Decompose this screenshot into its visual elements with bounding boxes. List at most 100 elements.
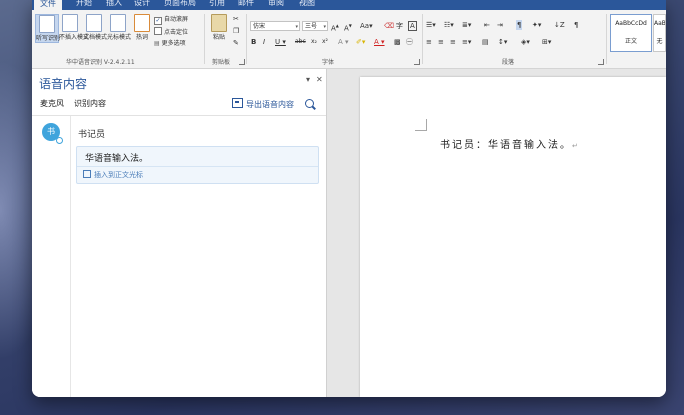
format-painter-icon[interactable]: ✎ <box>233 38 239 48</box>
search-icon[interactable] <box>305 99 314 108</box>
group-divider <box>246 14 247 64</box>
recognize-content-tab[interactable]: 识别内容 <box>74 98 106 109</box>
pane-title: 语音内容 <box>39 77 88 91</box>
hotword-button[interactable]: 热词 <box>131 14 153 41</box>
chinese-layout-icon[interactable]: ¶ <box>516 20 523 30</box>
dictation-button[interactable]: 听写识别 <box>35 14 60 43</box>
close-icon[interactable]: ✕ <box>316 75 323 84</box>
insert-icon <box>83 170 91 178</box>
auto-scroll-checkbox[interactable]: ✓ 自动滚屏 <box>154 15 188 25</box>
hotword-icon <box>134 14 150 32</box>
clipboard-icon <box>211 14 227 32</box>
group-divider <box>606 14 607 64</box>
font-launcher-icon[interactable] <box>414 59 420 65</box>
superscript-button[interactable]: x² <box>322 37 328 47</box>
multilevel-list-icon[interactable]: ≣▾ <box>462 20 471 30</box>
subscript-button[interactable]: x₂ <box>311 37 317 47</box>
tab-file[interactable]: 文件 <box>34 0 62 10</box>
numbering-icon[interactable]: ☷▾ <box>444 20 454 30</box>
voice-content-pane: 语音内容 ▾ ✕ 麦克风 识别内容 导出语音内容 书 书记员 华语音输入法。 插… <box>32 69 327 397</box>
justify-icon[interactable]: ≡▾ <box>462 37 471 47</box>
line-spacing-icon[interactable]: ↕▾ <box>498 37 507 47</box>
checkbox-icon <box>154 27 162 35</box>
borders-icon[interactable]: ⊞▾ <box>542 37 551 47</box>
char-border-icon[interactable]: A <box>408 21 417 31</box>
style-no-spacing[interactable]: AaB 无 <box>653 14 666 52</box>
italic-button[interactable]: I <box>263 37 265 47</box>
document-text[interactable]: 书记员：华语音输入法。↵ <box>440 136 578 151</box>
ribbon: 听写识别 不插入模式 文档模式 光标模式 热词 ✓ 自动滚屏 点击定位 ▤ 更多选项… <box>32 10 666 69</box>
style-normal[interactable]: AaBbCcDd 正文 <box>610 14 652 52</box>
chevron-down-icon: ▾ <box>323 24 326 30</box>
document-icon <box>86 14 102 32</box>
more-options-button[interactable]: ▤ 更多选项 <box>154 39 186 48</box>
underline-button[interactable]: U ▾ <box>275 37 286 47</box>
insert-to-document-link[interactable]: 插入到正文光标 <box>83 170 143 180</box>
clipboard-group-label: 剪贴板 <box>212 59 231 66</box>
copy-icon[interactable]: ❐ <box>233 26 239 36</box>
export-icon <box>232 98 243 108</box>
group-divider <box>422 14 423 64</box>
change-case-icon[interactable]: Aa▾ <box>360 21 373 31</box>
paragraph-mark-icon: ↵ <box>572 142 578 150</box>
paragraph-group-label: 段落 <box>502 59 515 66</box>
enclose-char-icon[interactable]: ㊀ <box>406 37 413 47</box>
font-group-label: 字体 <box>322 59 335 66</box>
font-color-icon[interactable]: A ▾ <box>374 37 385 47</box>
tab-mailings[interactable]: 邮件 <box>238 0 254 8</box>
tab-layout[interactable]: 页面布局 <box>164 0 196 8</box>
tab-design[interactable]: 设计 <box>134 0 150 8</box>
shrink-font-icon[interactable]: A▼ <box>344 21 352 33</box>
no-insert-mode-button[interactable]: 不插入模式 <box>59 14 89 41</box>
click-locate-checkbox[interactable]: 点击定位 <box>154 27 188 36</box>
tab-references[interactable]: 引用 <box>209 0 225 8</box>
export-voice-button[interactable]: 导出语音内容 <box>232 98 294 110</box>
shading-icon[interactable]: ◈▾ <box>521 37 530 47</box>
asian-layout-icon[interactable]: ✦▾ <box>532 20 541 30</box>
char-shading-icon[interactable]: ▩ <box>394 37 401 47</box>
distribute-icon[interactable]: ▤ <box>482 37 489 47</box>
increase-indent-icon[interactable]: ⇥ <box>497 20 503 30</box>
cut-icon[interactable]: ✂ <box>233 14 239 24</box>
clipboard-launcher-icon[interactable] <box>239 59 245 65</box>
cursor-icon <box>110 14 126 32</box>
grow-font-icon[interactable]: A▲ <box>331 21 339 33</box>
tab-view[interactable]: 视图 <box>299 0 315 8</box>
ribbon-tabs: 文件 开始 插入 设计 页面布局 引用 邮件 审阅 视图 <box>32 0 666 10</box>
align-left-icon[interactable]: ≡ <box>426 37 432 47</box>
cursor-mode-button[interactable]: 光标模式 <box>107 14 131 41</box>
options-icon: ▤ <box>154 40 160 47</box>
speaker-column: 书 <box>32 116 71 397</box>
word-window: 文件 开始 插入 设计 页面布局 引用 邮件 审阅 视图 听写识别 不插入模式 … <box>32 0 666 397</box>
bullets-icon[interactable]: ☰▾ <box>426 20 436 30</box>
font-size-dropdown[interactable]: 三号 ▾ <box>302 21 328 31</box>
clear-format-icon[interactable]: ⌫ <box>384 21 394 31</box>
document-page[interactable]: 书记员：华语音输入法。↵ <box>360 77 666 397</box>
divider <box>77 166 318 167</box>
tab-insert[interactable]: 插入 <box>106 0 122 8</box>
decrease-indent-icon[interactable]: ⇤ <box>484 20 490 30</box>
tab-review[interactable]: 审阅 <box>268 0 284 8</box>
document-mode-button[interactable]: 文档模式 <box>83 14 107 41</box>
text-effects-icon[interactable]: A ▾ <box>338 37 349 47</box>
bold-button[interactable]: B <box>251 37 256 47</box>
paste-button[interactable]: 粘贴 <box>208 14 230 41</box>
align-right-icon[interactable]: ≡ <box>450 37 456 47</box>
phonetic-guide-icon[interactable]: 字 <box>396 21 403 31</box>
document-area: 书记员：华语音输入法。↵ <box>327 69 666 397</box>
pane-options-icon[interactable]: ▾ <box>306 75 310 84</box>
checkbox-checked-icon: ✓ <box>154 17 162 25</box>
sort-icon[interactable]: ↓Z <box>554 20 565 30</box>
highlight-icon[interactable]: ✐▾ <box>356 37 365 47</box>
tab-home[interactable]: 开始 <box>76 0 92 8</box>
transcript-message[interactable]: 华语音输入法。 插入到正文光标 <box>76 146 319 184</box>
strikethrough-button[interactable]: abc <box>295 37 306 47</box>
align-center-icon[interactable]: ≡ <box>438 37 444 47</box>
chevron-down-icon: ▾ <box>295 24 298 30</box>
microphone-tab[interactable]: 麦克风 <box>40 98 64 109</box>
paragraph-launcher-icon[interactable] <box>598 59 604 65</box>
status-dot-icon <box>56 137 63 144</box>
microphone-icon <box>39 15 55 33</box>
font-name-dropdown[interactable]: 仿宋 ▾ <box>250 21 300 31</box>
show-marks-icon[interactable]: ¶ <box>574 20 578 30</box>
